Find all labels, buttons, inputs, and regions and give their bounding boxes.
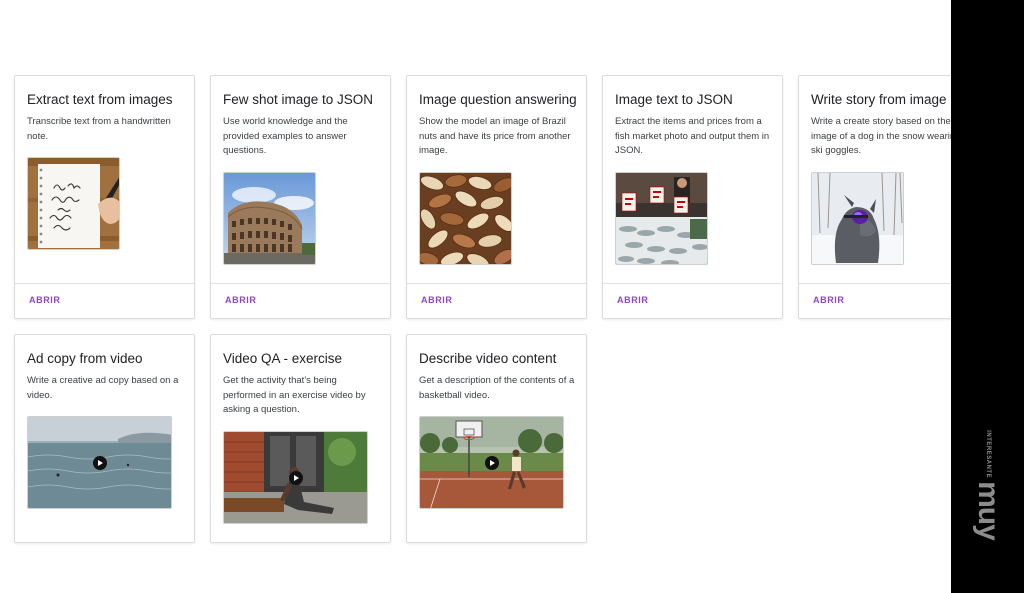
card-description: Use world knowledge and the provided exa… [223, 116, 348, 156]
card-title: Image text to JSON [615, 92, 733, 107]
fish-market-image [615, 172, 708, 265]
dog-snow-image [811, 172, 904, 265]
colosseum-image [223, 172, 316, 265]
open-button[interactable]: ABRIR [813, 295, 845, 305]
card-extract-text[interactable]: Extract text from images Transcribe text… [14, 75, 195, 319]
card-divider [799, 283, 951, 284]
card-title: Extract text from images [27, 92, 173, 107]
play-icon[interactable] [288, 470, 303, 485]
card-title: Image question answering [419, 92, 577, 107]
open-button[interactable]: ABRIR [617, 295, 649, 305]
prompt-gallery: Extract text from images Transcribe text… [0, 0, 951, 593]
card-title: Write story from image [811, 92, 947, 107]
card-description: Show the model an image of Brazil nuts a… [419, 116, 571, 156]
card-image-qa[interactable]: Image question answering Show the model … [406, 75, 587, 319]
exercise-video-thumbnail[interactable] [223, 431, 368, 524]
open-button[interactable]: ABRIR [29, 295, 61, 305]
watermark-sub: INTERESANTE [985, 430, 991, 479]
brazil-nuts-image [419, 172, 512, 265]
card-divider [603, 283, 782, 284]
watermark-main: muy [972, 481, 1005, 540]
card-description: Get a description of the contents of a b… [419, 375, 575, 401]
card-description: Write a create story based on the image … [811, 116, 951, 156]
card-divider [15, 283, 194, 284]
card-write-story[interactable]: Write story from image Write a create st… [798, 75, 951, 319]
card-title: Ad copy from video [27, 351, 143, 366]
play-icon[interactable] [92, 455, 107, 470]
ocean-video-thumbnail[interactable] [27, 416, 172, 509]
card-divider [211, 283, 390, 284]
play-icon[interactable] [484, 455, 499, 470]
card-title: Video QA - exercise [223, 351, 343, 366]
card-title: Describe video content [419, 351, 557, 366]
card-description: Get the activity that's being performed … [223, 375, 366, 415]
card-description: Transcribe text from a handwritten note. [27, 116, 171, 142]
open-button[interactable]: ABRIR [225, 295, 257, 305]
watermark-logo: INTERESANTE muy [972, 430, 1005, 540]
card-description: Write a creative ad copy based on a vide… [27, 375, 179, 401]
card-describe-video[interactable]: Describe video content Get a description… [406, 334, 587, 543]
open-button[interactable]: ABRIR [421, 295, 453, 305]
card-divider [407, 283, 586, 284]
card-video-qa-exercise[interactable]: Video QA - exercise Get the activity tha… [210, 334, 391, 543]
card-few-shot-json[interactable]: Few shot image to JSON Use world knowled… [210, 75, 391, 319]
handwritten-note-image [27, 157, 120, 250]
card-ad-copy-video[interactable]: Ad copy from video Write a creative ad c… [14, 334, 195, 543]
card-title: Few shot image to JSON [223, 92, 374, 107]
basketball-video-thumbnail[interactable] [419, 416, 564, 509]
card-image-text-json[interactable]: Image text to JSON Extract the items and… [602, 75, 783, 319]
card-description: Extract the items and prices from a fish… [615, 116, 770, 156]
